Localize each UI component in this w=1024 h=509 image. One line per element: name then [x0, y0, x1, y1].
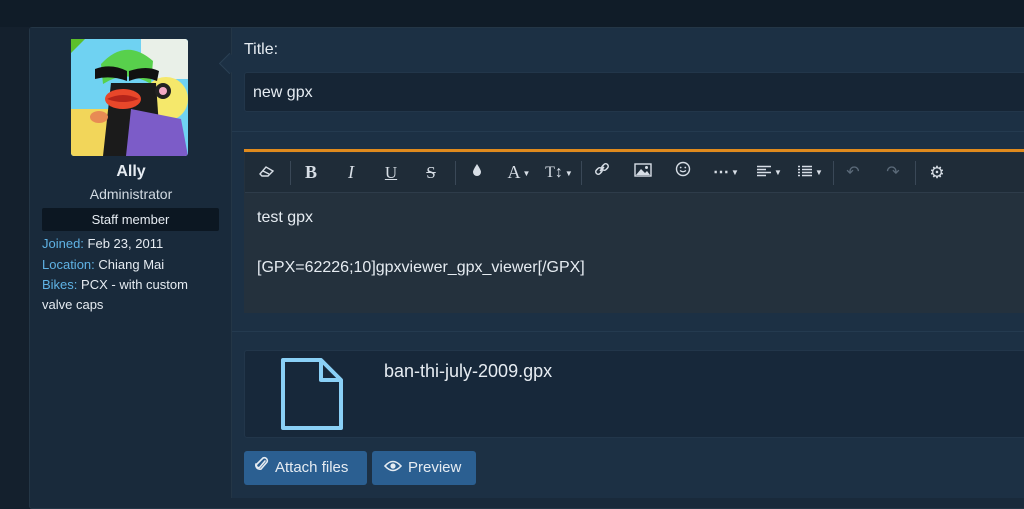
eye-icon [383, 451, 403, 485]
toolbar-separator [455, 161, 456, 185]
font-family-icon[interactable]: A ▼ [503, 153, 535, 192]
file-icon [279, 357, 345, 436]
info-location: Location: Chiang Mai [42, 255, 222, 275]
italic-icon[interactable]: I [341, 153, 361, 192]
preview-label: Preview [408, 459, 462, 476]
paperclip-icon [255, 451, 269, 485]
editor-content[interactable]: test gpx [GPX=62226;10]gpxviewer_gpx_vie… [257, 205, 585, 280]
attachment-file-name[interactable]: ban-thi-july-2009.gpx [384, 361, 552, 382]
eraser-icon[interactable] [256, 153, 278, 192]
user-title: Administrator [89, 186, 173, 202]
info-bikes: Bikes: PCX - with custom valve caps [42, 275, 222, 315]
info-key: Joined: [42, 236, 84, 251]
info-value: Chiang Mai [98, 257, 165, 272]
divider [232, 331, 1024, 332]
preview-button[interactable]: Preview [372, 451, 476, 485]
editor-line: [GPX=62226;10]gpxviewer_gpx_viewer[/GPX] [257, 259, 585, 276]
attachment-box [244, 350, 1024, 438]
editor-blank-line [257, 230, 585, 255]
font-size-icon[interactable]: T↕ ▼ [543, 153, 575, 192]
info-value: Feb 23, 2011 [87, 236, 164, 251]
staff-badge: Staff member [42, 208, 219, 231]
redo-icon[interactable]: ↷ [883, 153, 903, 192]
username[interactable]: Ally [31, 163, 231, 181]
avatar[interactable] [71, 39, 188, 156]
online-indicator [71, 39, 85, 53]
link-icon[interactable] [592, 153, 612, 192]
editor-line: test gpx [257, 209, 314, 226]
list-icon[interactable]: ▼ [793, 153, 827, 192]
top-band [0, 0, 1024, 27]
info-value: PCX - with custom [81, 277, 188, 292]
info-joined: Joined: Feb 23, 2011 [42, 234, 222, 254]
more-icon[interactable]: ⋯ ▼ [710, 153, 742, 192]
attach-files-label: Attach files [275, 459, 349, 476]
toolbar-separator [915, 161, 916, 185]
attach-files-button[interactable]: Attach files [244, 451, 367, 485]
bold-icon[interactable]: B [301, 153, 321, 192]
toolbar-separator [581, 161, 582, 185]
undo-icon[interactable]: ↶ [843, 153, 863, 192]
image-icon[interactable] [633, 153, 653, 192]
info-value-cont: valve caps [42, 297, 104, 312]
toolbar-separator [833, 161, 834, 185]
align-icon[interactable]: ▼ [752, 153, 786, 192]
toolbar-separator [290, 161, 291, 185]
title-label: Title: [244, 41, 279, 58]
divider [232, 131, 1024, 132]
strikethrough-icon[interactable]: S [421, 153, 441, 192]
smilie-icon[interactable] [673, 153, 693, 192]
info-key: Location: [42, 257, 95, 272]
info-key: Bikes: [42, 277, 78, 292]
title-input[interactable]: new gpx [244, 72, 1024, 112]
underline-icon[interactable]: U [381, 153, 401, 192]
settings-icon[interactable]: ⚙ [927, 153, 947, 192]
color-icon[interactable] [468, 153, 486, 192]
